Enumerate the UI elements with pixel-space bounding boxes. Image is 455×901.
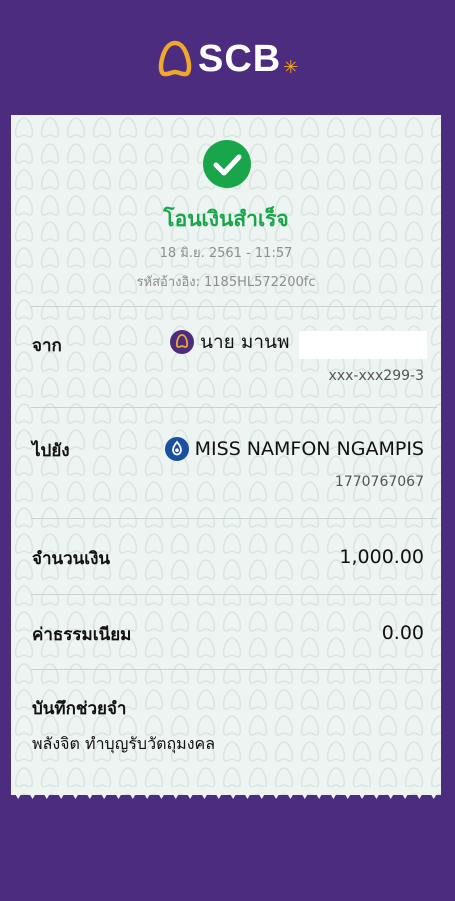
memo-text: พลังจิต ทำบุญรับวัตถุมงคล	[32, 734, 216, 753]
from-account-number: xxx-xxx299-3	[328, 368, 424, 384]
to-account-name: MISS NAMFON NGAMPIS	[164, 434, 424, 464]
memo-label: บันทึกช่วยจำ	[32, 699, 127, 719]
amount-label: จำนวนเงิน	[32, 549, 111, 569]
ktb-bank-icon	[164, 437, 189, 461]
to-name: MISS NAMFON NGAMPIS	[194, 438, 424, 460]
reference-label: รหัสอ้างอิง:	[136, 275, 201, 290]
reference-code-line: รหัสอ้างอิง: 1185HL572200fc	[11, 271, 441, 292]
to-account-number: 1770767067	[334, 474, 424, 490]
amount-divider	[31, 594, 437, 595]
from-label: จาก	[32, 336, 62, 356]
redaction-mask	[299, 331, 427, 359]
to-label: ไปยัง	[32, 441, 70, 461]
receipt-torn-edge	[11, 787, 441, 799]
from-name: นาย มานพ	[200, 331, 290, 353]
transaction-datetime: 18 มิ.ย. 2561 - 11:57	[159, 246, 293, 261]
fee-label: ค่าธรรมเนียม	[32, 625, 132, 645]
fee-divider	[31, 669, 437, 670]
scb-bank-icon	[170, 330, 194, 354]
logo-text: SCB	[198, 38, 282, 80]
app-header: SCB ✳	[0, 0, 455, 115]
to-divider	[31, 518, 437, 519]
from-divider	[31, 407, 437, 408]
success-check-icon	[203, 140, 251, 188]
scb-logo: SCB ✳	[156, 38, 298, 80]
scb-logo-icon	[158, 40, 192, 77]
header-divider	[31, 306, 437, 307]
status-title: โอนเงินสำเร็จ	[163, 207, 289, 231]
logo-star-icon: ✳	[283, 56, 299, 78]
transfer-receipt: โอนเงินสำเร็จ 18 มิ.ย. 2561 - 11:57 รหัส…	[11, 115, 441, 795]
reference-code: 1185HL572200fc	[204, 275, 316, 290]
fee-value: 0.00	[381, 622, 424, 644]
amount-value: 1,000.00	[339, 546, 424, 568]
